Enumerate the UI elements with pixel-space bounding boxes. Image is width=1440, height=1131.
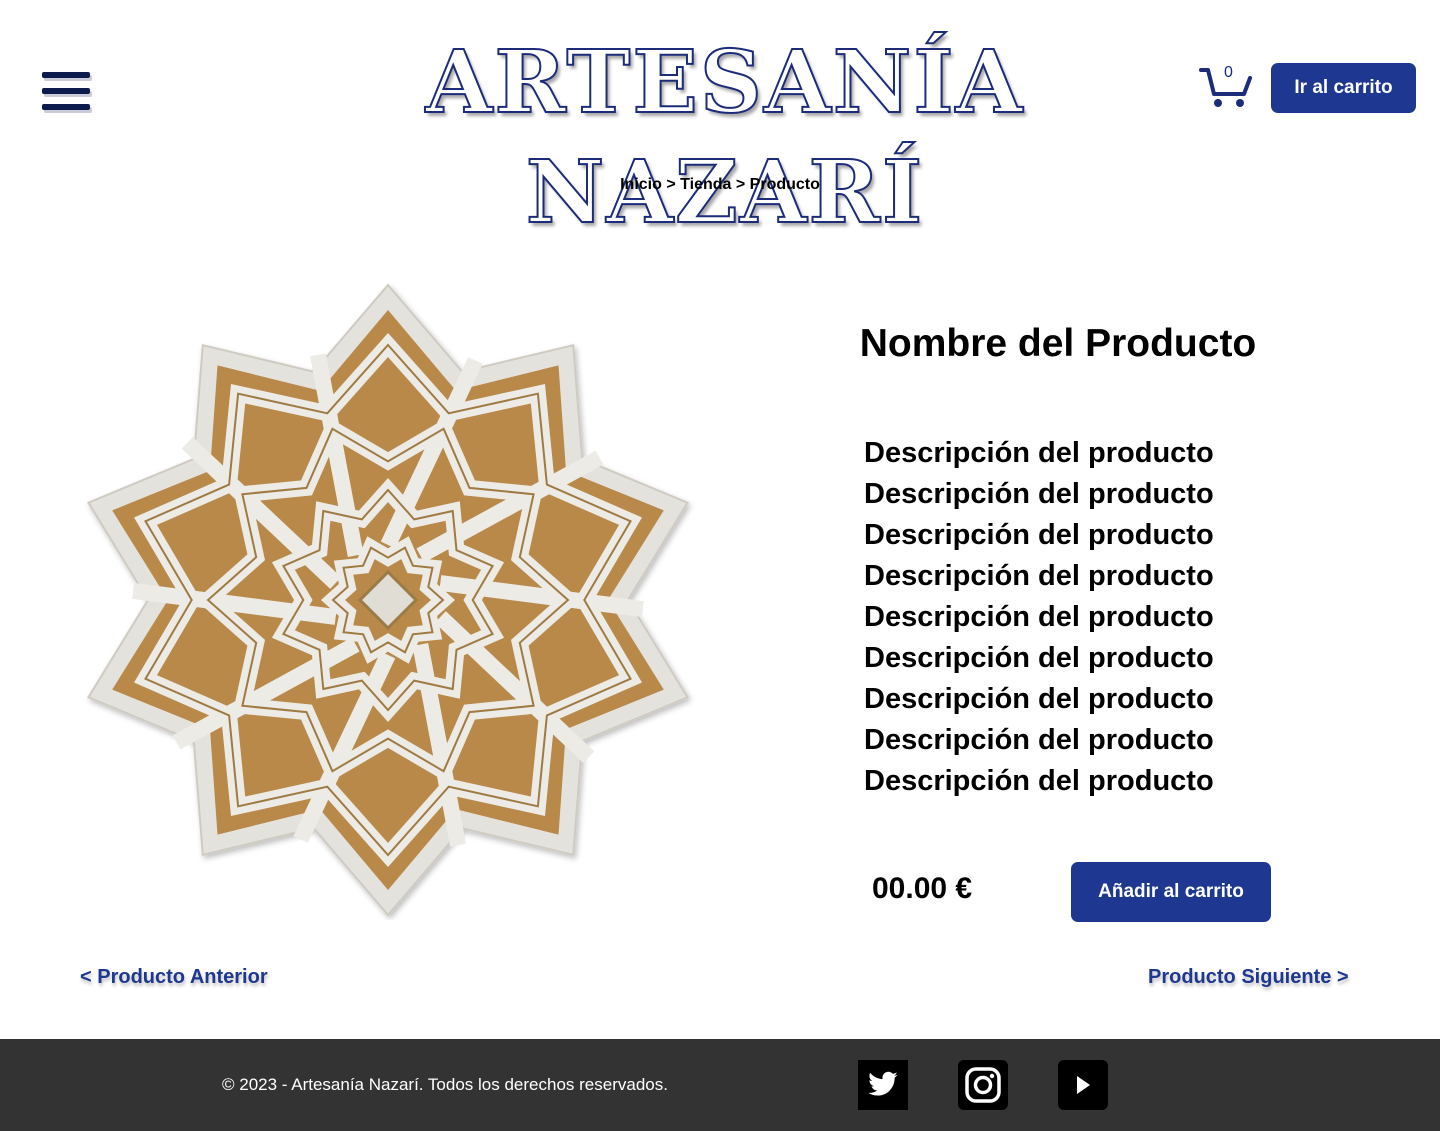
site-footer: © 2023 - Artesanía Nazarí. Todos los der… (0, 1039, 1440, 1131)
copyright-text: © 2023 - Artesanía Nazarí. Todos los der… (222, 1075, 668, 1094)
previous-product-link[interactable]: < Producto Anterior (80, 966, 268, 989)
breadcrumb-tienda[interactable]: Tienda (680, 176, 731, 193)
go-to-cart-button[interactable]: Ir al carrito (1271, 63, 1416, 113)
description-line: Descripción del producto (864, 642, 1214, 674)
menu-icon[interactable] (42, 70, 94, 122)
cart-count-badge: 0 (1224, 64, 1233, 81)
site-logo[interactable]: Artesanía Nazarí (300, 28, 1150, 244)
product-image (86, 283, 690, 917)
description-line: Descripción del producto (864, 601, 1214, 633)
next-product-link[interactable]: Producto Siguiente > (1148, 966, 1349, 989)
description-line: Descripción del producto (864, 724, 1214, 756)
description-line: Descripción del producto (864, 765, 1214, 797)
twitter-icon[interactable] (858, 1060, 908, 1110)
product-price: 00.00 € (872, 872, 973, 905)
breadcrumb-separator: > (735, 176, 746, 193)
site-header: Artesanía Nazarí 0 Ir al carrito (0, 0, 1440, 244)
breadcrumb-inicio[interactable]: Inicio (620, 176, 662, 193)
breadcrumb-separator: > (666, 176, 676, 193)
description-line: Descripción del producto (864, 560, 1214, 592)
breadcrumb-current: Producto (749, 176, 820, 193)
product-title: Nombre del Producto (859, 322, 1257, 365)
description-line: Descripción del producto (864, 437, 1214, 469)
description-line: Descripción del producto (864, 519, 1214, 551)
description-line: Descripción del producto (864, 478, 1214, 510)
product-description: Descripción del producto Descripción del… (864, 433, 1284, 802)
breadcrumb: Inicio > Tienda > Producto (0, 176, 1440, 194)
instagram-icon[interactable] (958, 1060, 1008, 1110)
description-line: Descripción del producto (864, 683, 1214, 715)
youtube-icon[interactable] (1058, 1060, 1108, 1110)
add-to-cart-button[interactable]: Añadir al carrito (1071, 862, 1271, 922)
